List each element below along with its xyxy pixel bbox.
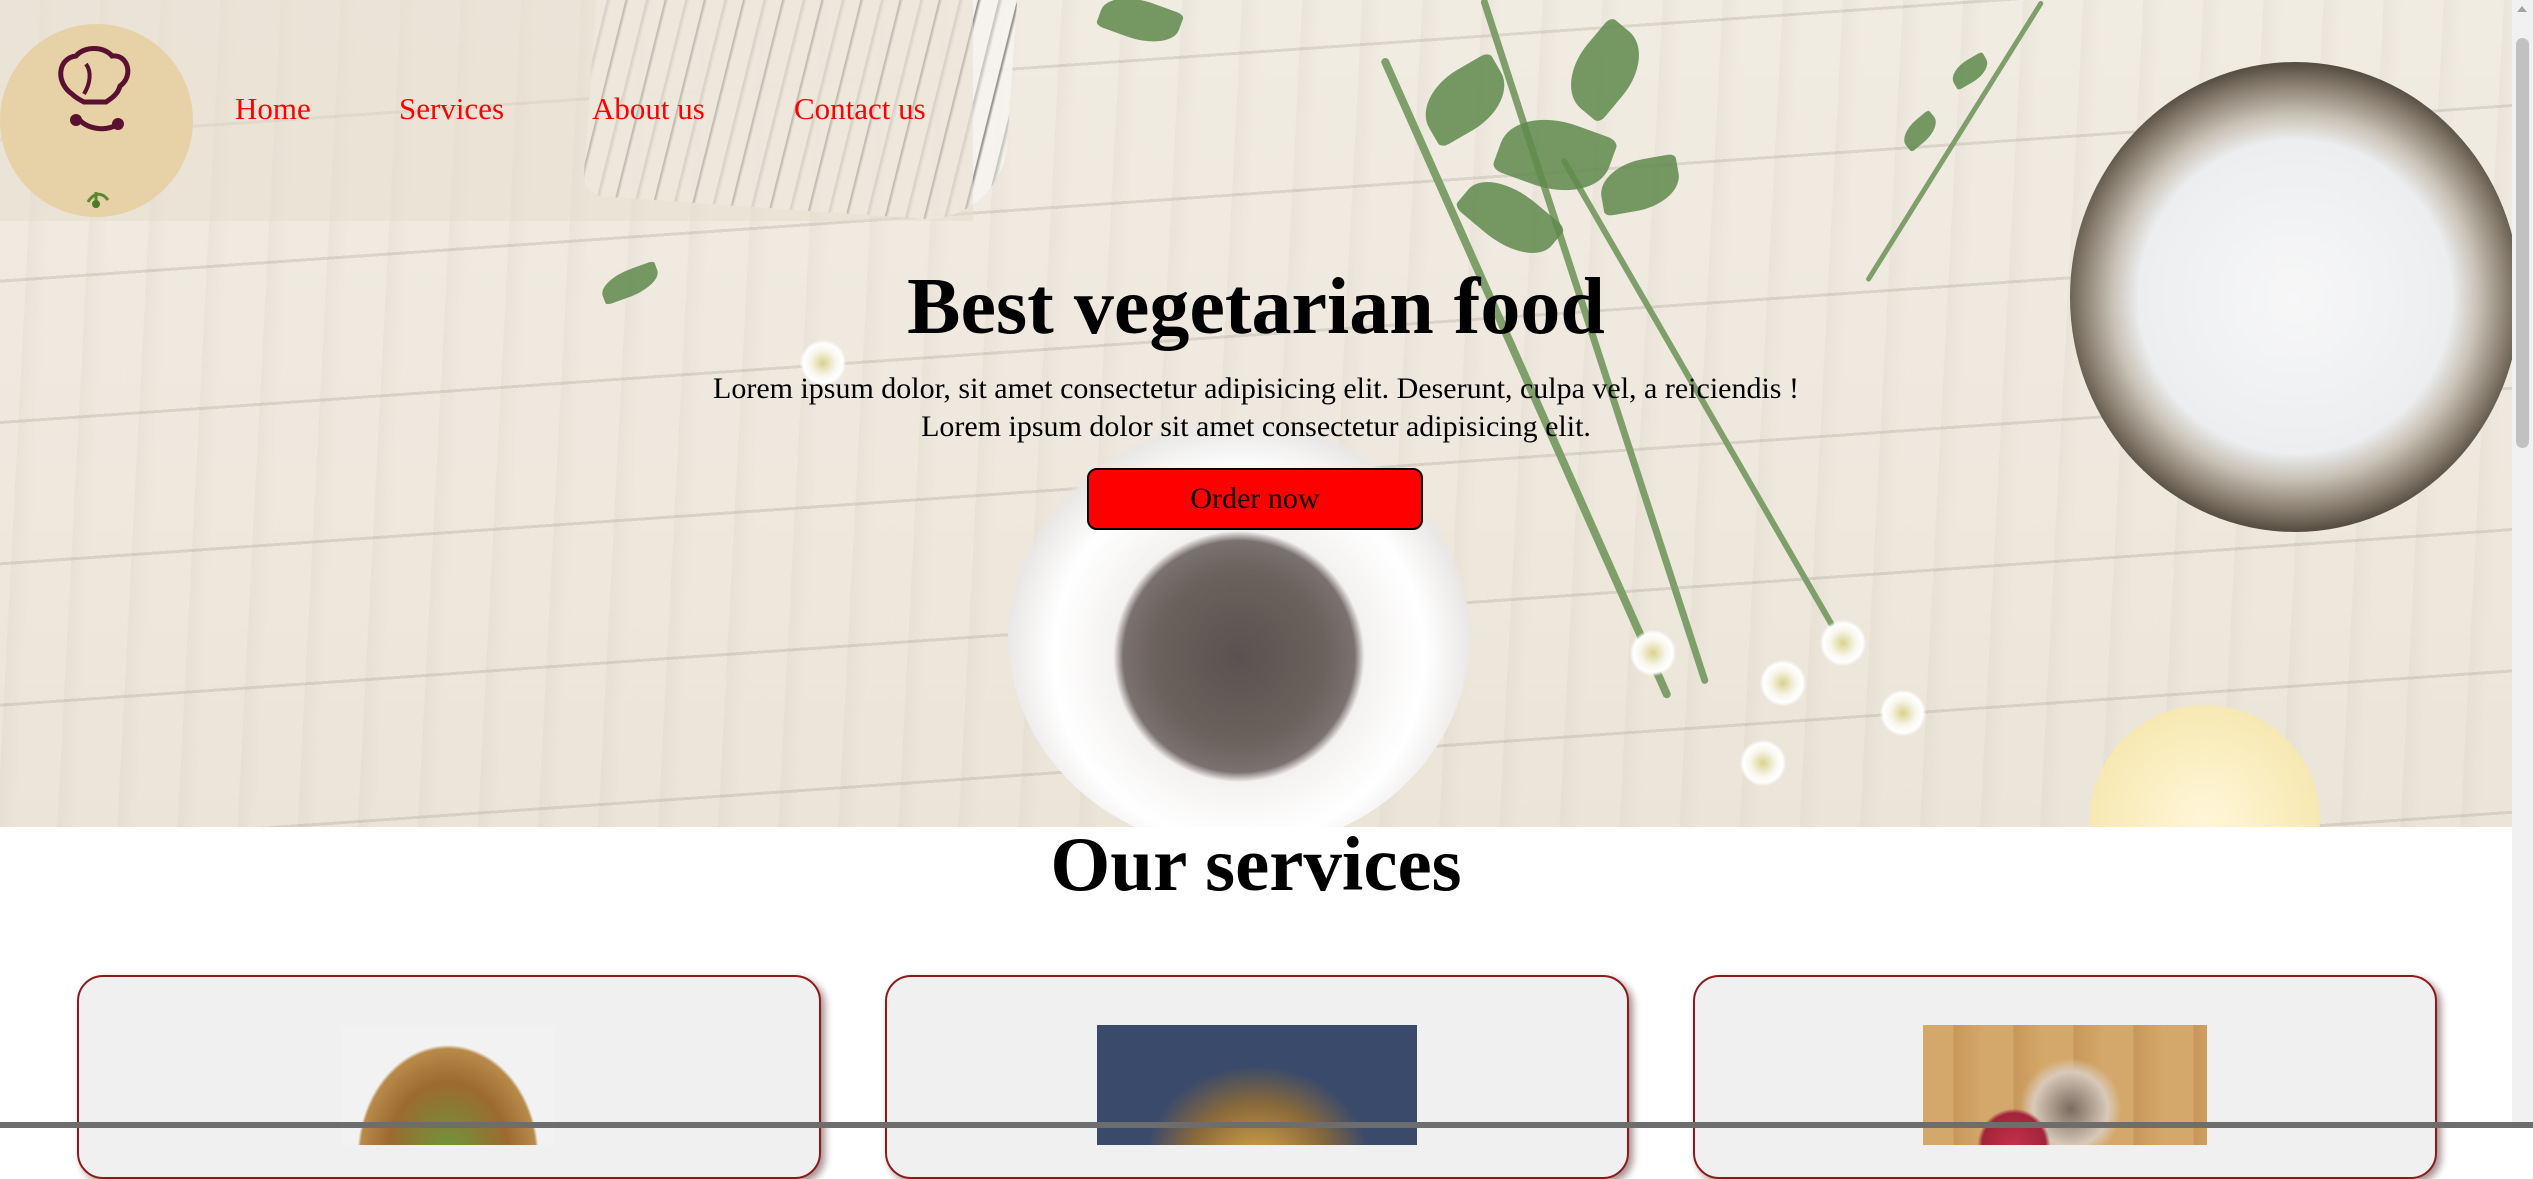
chef-hat-logo-icon[interactable] <box>0 24 193 217</box>
service-card[interactable] <box>1693 975 2437 1179</box>
background-flower <box>1880 690 1926 736</box>
background-herb <box>1897 109 1943 153</box>
background-flower <box>1760 660 1806 706</box>
background-herb <box>1865 0 2045 283</box>
hero-title: Best vegetarian food <box>907 263 1605 351</box>
scrollbar-thumb[interactable] <box>2516 38 2529 448</box>
nav-link-services[interactable]: Services <box>399 91 504 127</box>
background-lemon <box>2090 705 2320 827</box>
nav-link-contact-us[interactable]: Contact us <box>794 91 926 127</box>
scroll-up-arrow-icon[interactable] <box>2517 6 2527 12</box>
site-header: Home Services About us Contact us <box>0 0 973 221</box>
order-now-button[interactable]: Order now <box>1087 468 1423 530</box>
nav-link-about-us[interactable]: About us <box>592 91 705 127</box>
vertical-scrollbar[interactable] <box>2512 0 2533 1128</box>
hero-description: Lorem ipsum dolor, sit amet consectetur … <box>0 370 2512 446</box>
window-bottom-edge <box>0 1122 2533 1128</box>
background-herb <box>1095 0 1185 53</box>
hero-description-line-2: Lorem ipsum dolor sit amet consectetur a… <box>921 410 1591 443</box>
services-title: Our services <box>1050 821 1462 907</box>
hero-description-line-1: Lorem ipsum dolor, sit amet consectetur … <box>713 372 1799 405</box>
background-herb <box>1553 16 1657 124</box>
background-flower <box>1630 630 1676 676</box>
service-card[interactable] <box>885 975 1629 1179</box>
service-card[interactable] <box>77 975 821 1179</box>
nav-link-home[interactable]: Home <box>235 91 311 127</box>
background-flower <box>1740 740 1786 786</box>
background-flower <box>1820 620 1866 666</box>
